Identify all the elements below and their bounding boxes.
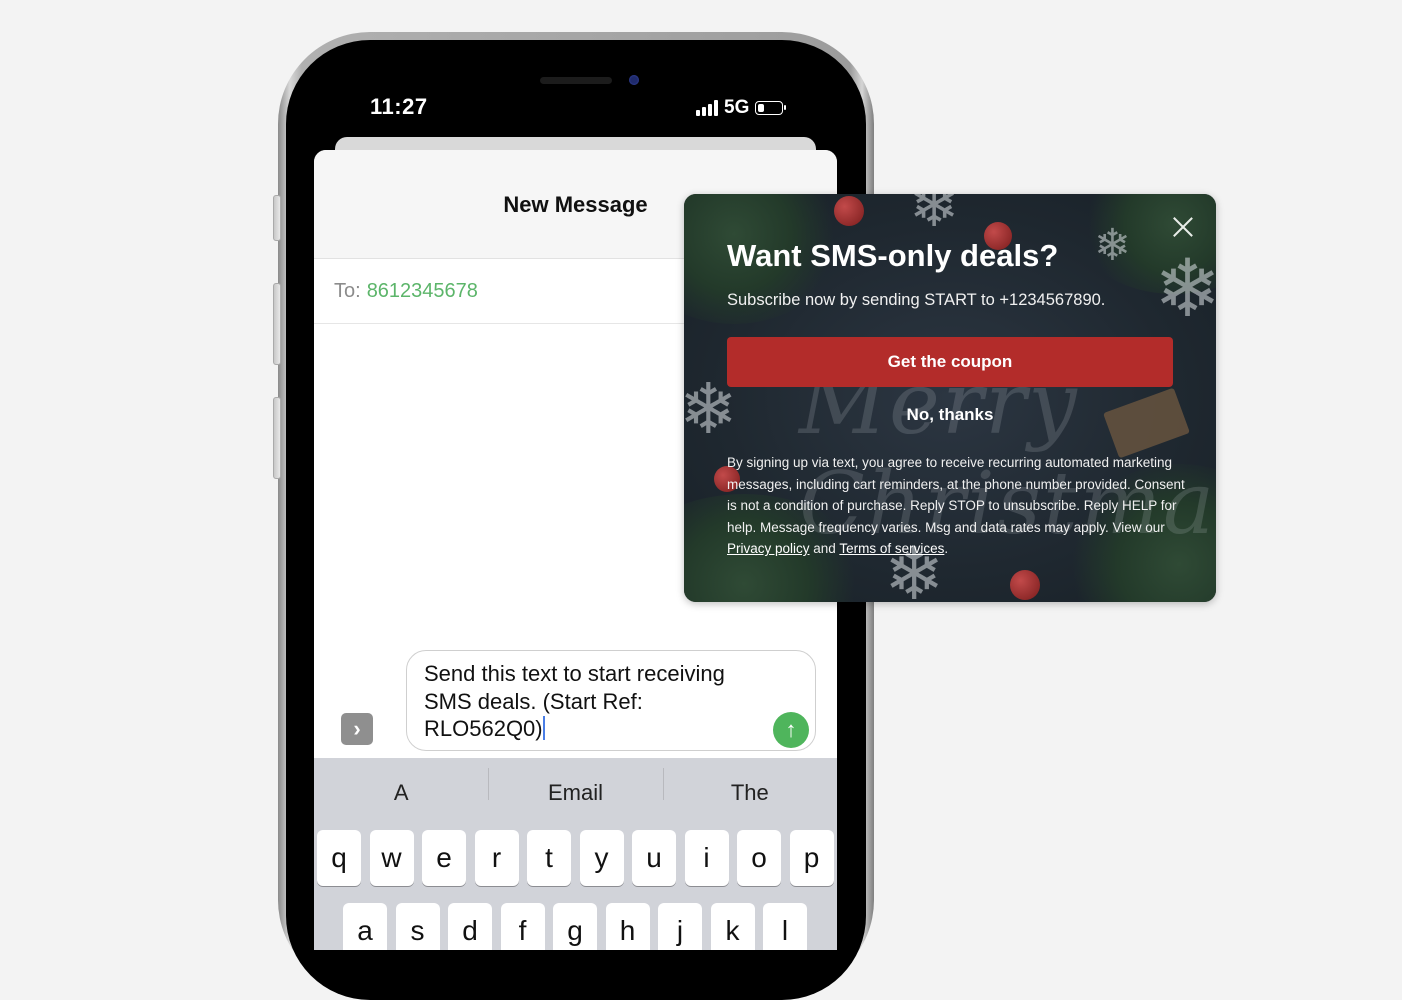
recipient-number[interactable]: 8612345678 — [367, 280, 478, 303]
message-line-3: RLO562Q0) — [424, 716, 543, 741]
key-s[interactable]: s — [395, 903, 440, 950]
keyboard: A Email The q w e r t y u i o p a s d f … — [314, 758, 837, 950]
earpiece-speaker — [540, 77, 612, 84]
key-a[interactable]: a — [343, 903, 387, 950]
suggestion-1[interactable]: A — [314, 780, 488, 806]
ornament-decoration — [834, 196, 864, 226]
key-h[interactable]: h — [605, 903, 650, 950]
message-line-1: Send this text to start receiving — [424, 661, 725, 686]
mute-switch — [273, 195, 281, 241]
ornament-decoration — [1010, 570, 1040, 600]
signal-icon — [696, 100, 718, 116]
key-l[interactable]: l — [763, 903, 807, 950]
key-k[interactable]: k — [710, 903, 755, 950]
popup-title: Want SMS-only deals? — [727, 238, 1059, 273]
key-o[interactable]: o — [737, 830, 781, 886]
snowflake-decoration: ❄ — [1154, 244, 1216, 333]
chevron-right-icon: › — [353, 716, 361, 741]
compose-area: › Send this text to start receiving SMS … — [314, 650, 837, 758]
close-icon[interactable] — [1172, 216, 1194, 238]
front-camera — [629, 75, 639, 85]
legal-disclaimer: By signing up via text, you agree to rec… — [727, 452, 1187, 560]
key-j[interactable]: j — [658, 903, 702, 950]
key-row-1: q w e r t y u i o p — [317, 830, 837, 886]
privacy-policy-link[interactable]: Privacy policy — [727, 541, 810, 556]
message-line-2: SMS deals. (Start Ref: — [424, 688, 643, 714]
key-p[interactable]: p — [789, 830, 834, 886]
legal-text: By signing up via text, you agree to rec… — [727, 455, 1185, 535]
terms-of-service-link[interactable]: Terms of services — [839, 541, 944, 556]
to-label: To: — [334, 279, 361, 302]
key-d[interactable]: d — [448, 903, 492, 950]
predictive-bar: A Email The — [314, 758, 837, 828]
no-thanks-button[interactable]: No, thanks — [684, 405, 1216, 425]
popup-subtitle: Subscribe now by sending START to +12345… — [727, 291, 1106, 309]
apps-button[interactable]: › — [341, 713, 373, 745]
text-cursor — [542, 716, 545, 740]
network-type: 5G — [724, 97, 750, 118]
volume-down-button — [273, 397, 281, 479]
get-coupon-button[interactable]: Get the coupon — [727, 337, 1173, 387]
key-y[interactable]: y — [579, 830, 624, 886]
key-t[interactable]: t — [527, 830, 571, 886]
status-indicators: 5G — [696, 97, 787, 119]
send-button[interactable]: ↑ — [773, 712, 809, 748]
key-e[interactable]: e — [422, 830, 466, 886]
status-time: 11:27 — [370, 94, 428, 119]
volume-up-button — [273, 283, 281, 365]
key-g[interactable]: g — [553, 903, 597, 950]
key-r[interactable]: r — [474, 830, 519, 886]
message-input[interactable]: Send this text to start receiving SMS de… — [406, 650, 816, 751]
key-u[interactable]: u — [632, 830, 676, 886]
legal-end: . — [944, 541, 949, 556]
battery-icon — [755, 101, 787, 115]
suggestion-3[interactable]: The — [662, 768, 837, 806]
suggestion-2[interactable]: Email — [488, 768, 662, 806]
legal-and: and — [809, 541, 840, 556]
key-i[interactable]: i — [684, 830, 729, 886]
sms-signup-popup: ❄ ❄ ❄ ❄ ❄ Merry Christmas Want SMS-only … — [684, 194, 1216, 602]
key-f[interactable]: f — [500, 903, 545, 950]
key-q[interactable]: q — [317, 830, 361, 886]
key-w[interactable]: w — [369, 830, 414, 886]
key-row-2: a s d f g h j k l — [343, 903, 816, 950]
snowflake-decoration: ❄ — [1094, 221, 1131, 270]
arrow-up-icon: ↑ — [785, 717, 797, 742]
snowflake-decoration: ❄ — [909, 194, 960, 239]
